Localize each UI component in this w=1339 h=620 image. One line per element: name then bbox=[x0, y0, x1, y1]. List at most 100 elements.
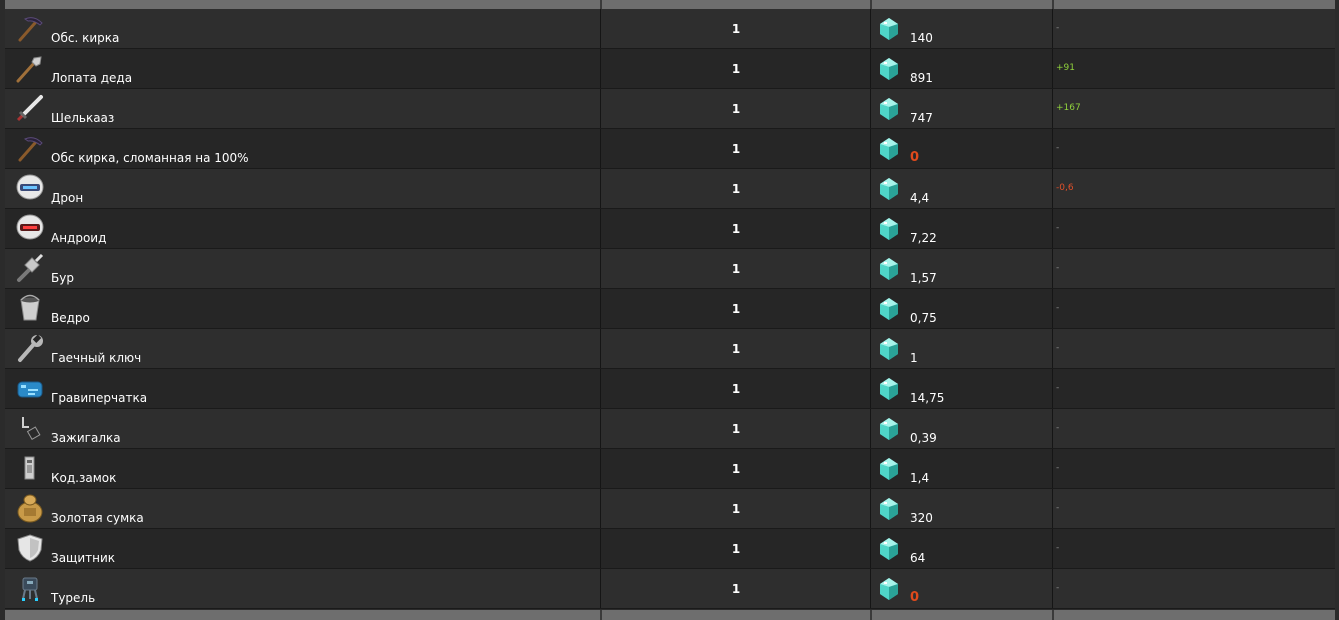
price-cell: 0,39 bbox=[871, 409, 1053, 448]
bag-icon bbox=[15, 493, 45, 523]
price-change: -0,6 bbox=[1056, 183, 1074, 193]
item-cell: Бур bbox=[5, 249, 601, 288]
item-name: Обс кирка, сломанная на 100% bbox=[51, 151, 249, 165]
item-quantity: 1 bbox=[731, 262, 741, 276]
diamond-icon bbox=[877, 57, 901, 81]
price-cell: 0 bbox=[871, 569, 1053, 608]
price-change: +167 bbox=[1056, 103, 1081, 113]
change-cell: -0,6 bbox=[1053, 169, 1335, 208]
item-price: 1 bbox=[910, 351, 918, 365]
table-row[interactable]: Зажигалка 1 0,39 - bbox=[5, 409, 1335, 449]
item-name: Шелькааз bbox=[51, 111, 115, 125]
price-change: - bbox=[1056, 423, 1060, 433]
price-cell: 64 bbox=[871, 529, 1053, 568]
item-quantity: 1 bbox=[731, 62, 741, 76]
item-quantity: 1 bbox=[731, 222, 741, 236]
quantity-cell: 1 bbox=[601, 169, 871, 208]
table-row[interactable]: Бур 1 1,57 - bbox=[5, 249, 1335, 289]
table-row[interactable]: Ведро 1 0,75 - bbox=[5, 289, 1335, 329]
item-price: 14,75 bbox=[910, 391, 945, 405]
diamond-icon bbox=[877, 297, 901, 321]
item-price: 1,4 bbox=[910, 471, 930, 485]
change-cell: +167 bbox=[1053, 89, 1335, 128]
item-price: 7,22 bbox=[910, 231, 937, 245]
glove-icon bbox=[15, 373, 45, 403]
table-row[interactable]: Турель 1 0 - bbox=[5, 569, 1335, 609]
quantity-cell: 1 bbox=[601, 9, 871, 48]
item-cell: Код.замок bbox=[5, 449, 601, 488]
price-change: - bbox=[1056, 503, 1060, 513]
table-row[interactable]: Обс кирка, сломанная на 100% 1 0 - bbox=[5, 129, 1335, 169]
price-change: - bbox=[1056, 143, 1060, 153]
item-cell: Дрон bbox=[5, 169, 601, 208]
price-change: - bbox=[1056, 263, 1060, 273]
price-cell: 320 bbox=[871, 489, 1053, 528]
item-quantity: 1 bbox=[731, 142, 741, 156]
change-cell: - bbox=[1053, 9, 1335, 48]
table-row[interactable]: Гаечный ключ 1 1 - bbox=[5, 329, 1335, 369]
price-change: - bbox=[1056, 223, 1060, 233]
item-cell: Зажигалка bbox=[5, 409, 601, 448]
change-cell: - bbox=[1053, 329, 1335, 368]
price-change: - bbox=[1056, 23, 1060, 33]
shovel-icon bbox=[15, 53, 45, 83]
diamond-icon bbox=[877, 377, 901, 401]
price-cell: 140 bbox=[871, 9, 1053, 48]
table-row[interactable]: Обс. кирка 1 140 - bbox=[5, 9, 1335, 49]
price-change: - bbox=[1056, 463, 1060, 473]
diamond-icon bbox=[877, 537, 901, 561]
table-row[interactable]: Золотая сумка 1 320 - bbox=[5, 489, 1335, 529]
diamond-icon bbox=[877, 457, 901, 481]
item-quantity: 1 bbox=[731, 342, 741, 356]
item-quantity: 1 bbox=[731, 422, 741, 436]
diamond-icon bbox=[877, 177, 901, 201]
item-name: Дрон bbox=[51, 191, 84, 205]
quantity-cell: 1 bbox=[601, 49, 871, 88]
diamond-icon bbox=[877, 257, 901, 281]
item-quantity: 1 bbox=[731, 302, 741, 316]
item-quantity: 1 bbox=[731, 462, 741, 476]
turret-icon bbox=[15, 573, 45, 603]
table-row[interactable]: Шелькааз 1 747 +167 bbox=[5, 89, 1335, 129]
item-cell: Ведро bbox=[5, 289, 601, 328]
price-cell: 4,4 bbox=[871, 169, 1053, 208]
item-price: 140 bbox=[910, 31, 933, 45]
diamond-icon bbox=[877, 17, 901, 41]
item-cell: Защитник bbox=[5, 529, 601, 568]
quantity-cell: 1 bbox=[601, 529, 871, 568]
item-price: 0,39 bbox=[910, 431, 937, 445]
change-cell: - bbox=[1053, 249, 1335, 288]
quantity-cell: 1 bbox=[601, 329, 871, 368]
inventory-table: Обс. кирка 1 140 - Лопата деда 1 891 +91… bbox=[0, 0, 1339, 620]
diamond-icon bbox=[877, 497, 901, 521]
item-cell: Шелькааз bbox=[5, 89, 601, 128]
item-price: 0 bbox=[910, 150, 920, 165]
bucket-icon bbox=[15, 293, 45, 323]
change-cell: - bbox=[1053, 209, 1335, 248]
price-cell: 0 bbox=[871, 129, 1053, 168]
diamond-icon bbox=[877, 97, 901, 121]
item-quantity: 1 bbox=[731, 502, 741, 516]
table-footer-bar bbox=[5, 610, 1335, 620]
table-row[interactable]: Дрон 1 4,4 -0,6 bbox=[5, 169, 1335, 209]
item-name: Код.замок bbox=[51, 471, 117, 485]
item-cell: Обс. кирка bbox=[5, 9, 601, 48]
quantity-cell: 1 bbox=[601, 409, 871, 448]
diamond-icon bbox=[877, 577, 901, 601]
item-cell: Турель bbox=[5, 569, 601, 608]
change-cell: - bbox=[1053, 529, 1335, 568]
item-cell: Золотая сумка bbox=[5, 489, 601, 528]
table-row[interactable]: Лопата деда 1 891 +91 bbox=[5, 49, 1335, 89]
change-cell: - bbox=[1053, 129, 1335, 168]
quantity-cell: 1 bbox=[601, 209, 871, 248]
price-change: - bbox=[1056, 343, 1060, 353]
table-row[interactable]: Андроид 1 7,22 - bbox=[5, 209, 1335, 249]
sword-icon bbox=[15, 93, 45, 123]
item-name: Андроид bbox=[51, 231, 107, 245]
table-row[interactable]: Гравиперчатка 1 14,75 - bbox=[5, 369, 1335, 409]
table-row[interactable]: Код.замок 1 1,4 - bbox=[5, 449, 1335, 489]
table-row[interactable]: Защитник 1 64 - bbox=[5, 529, 1335, 569]
price-change: - bbox=[1056, 583, 1060, 593]
price-cell: 1,4 bbox=[871, 449, 1053, 488]
quantity-cell: 1 bbox=[601, 89, 871, 128]
